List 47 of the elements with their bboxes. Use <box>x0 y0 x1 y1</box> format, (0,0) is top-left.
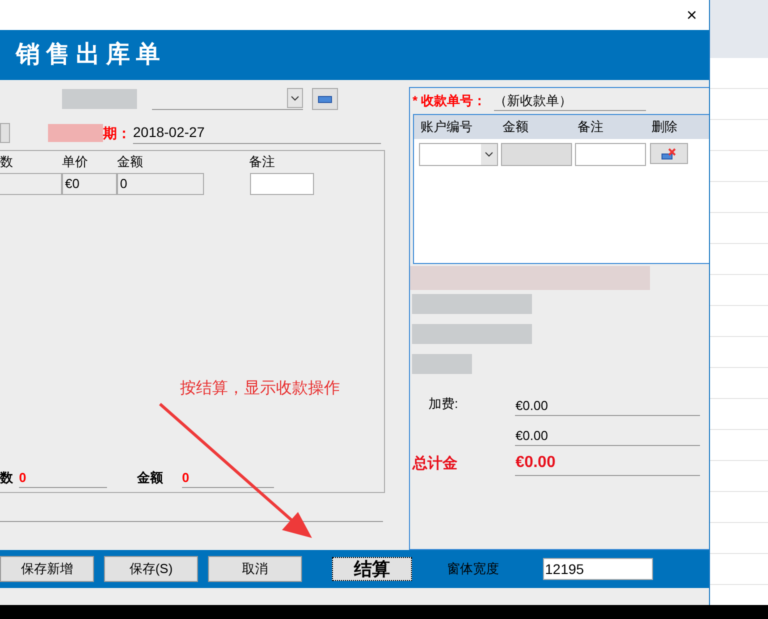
blurred-block <box>48 124 103 142</box>
delete-button[interactable] <box>650 143 688 164</box>
blurred-block <box>412 354 472 374</box>
field-value: €0.00 <box>515 451 700 476</box>
total-value: 0 <box>19 468 107 488</box>
field-label: 加费: <box>427 396 458 411</box>
receipt-number-field: （新收款单） <box>494 90 646 112</box>
small-button[interactable] <box>0 123 10 143</box>
receipt-number-label: * 收款单号： <box>412 92 486 110</box>
annotation-text: 按结算，显示收款操作 <box>180 378 340 399</box>
width-input[interactable]: 12195 <box>543 558 653 580</box>
column-header: 删除 <box>651 118 678 136</box>
action-button[interactable]: 取消 <box>208 556 302 582</box>
field-value: €0.00 <box>515 426 700 446</box>
close-button[interactable]: × <box>686 2 697 28</box>
new-item-button[interactable] <box>312 88 338 110</box>
total-label: 数 <box>0 469 13 488</box>
field-value: €0.00 <box>515 396 700 416</box>
total-value: 0 <box>182 468 274 488</box>
column-header: 账户编号 <box>420 118 474 136</box>
table-cell <box>0 173 62 195</box>
column-header: 金额 <box>502 118 530 136</box>
column-header: 金额 <box>117 153 144 172</box>
column-header: 备注 <box>577 118 604 136</box>
table-cell: 0 <box>117 173 204 195</box>
settle-button[interactable]: 结算 <box>332 557 412 581</box>
window-icon <box>318 96 332 102</box>
width-label: 窗体宽度 <box>447 560 499 578</box>
column-header: 数 <box>0 153 14 172</box>
note-input[interactable] <box>575 143 646 166</box>
total-label: 金额 <box>137 469 164 488</box>
amount-input[interactable] <box>501 143 572 166</box>
action-button[interactable]: 保存新增 <box>0 556 94 582</box>
chevron-icon <box>485 152 494 157</box>
dropdown[interactable] <box>152 88 303 110</box>
column-header: 备注 <box>249 153 276 172</box>
column-header: 单价 <box>62 153 89 172</box>
note-input[interactable] <box>250 173 314 195</box>
table-cell: €0 <box>62 173 117 195</box>
field-label: 总计金 <box>411 455 458 472</box>
window-title: 销售出库单 <box>16 40 166 70</box>
chevron-icon <box>291 96 299 100</box>
delete-icon <box>661 148 678 160</box>
action-button[interactable]: 保存(S) <box>104 556 198 582</box>
date-label: 期： <box>103 124 131 142</box>
date-field[interactable]: 2018-02-27 <box>133 122 381 144</box>
account-select[interactable] <box>419 143 498 166</box>
